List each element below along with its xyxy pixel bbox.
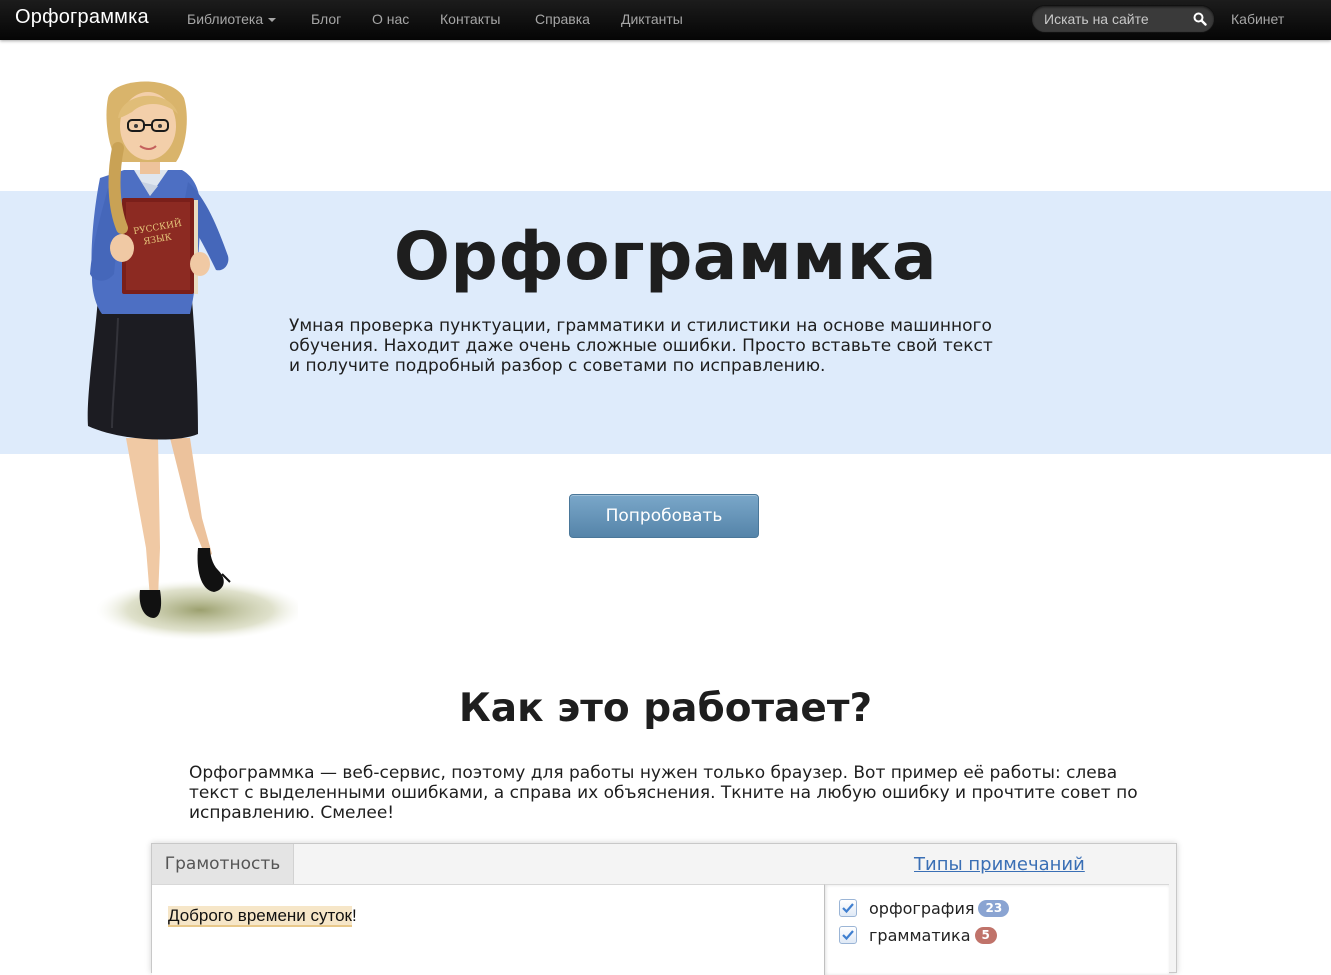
top-navbar: Орфограммка Библиотека Блог О нас Контак… xyxy=(0,0,1331,40)
checkbox-grammar[interactable] xyxy=(839,926,857,944)
try-button[interactable]: Попробовать xyxy=(569,494,759,538)
search-box xyxy=(1031,5,1215,33)
nav-library[interactable]: Библиотека xyxy=(187,11,277,27)
note-type-grammar[interactable]: грамматика 5 xyxy=(839,924,997,946)
demo-editor[interactable]: Доброго времени суток! xyxy=(152,884,825,975)
teacher-mascot-illustration: РУССКИЙ ЯЗЫК xyxy=(87,81,298,640)
note-label: орфография xyxy=(869,898,975,918)
nav-library-label: Библиотека xyxy=(187,11,264,27)
nav-dictations[interactable]: Диктанты xyxy=(621,11,683,27)
demo-panel: Грамотность Типы примечаний Доброго врем… xyxy=(151,843,1177,975)
notes-panel: орфография 23 грамматика 5 xyxy=(824,884,1169,975)
note-types-link[interactable]: Типы примечаний xyxy=(914,854,1085,875)
brand-logo[interactable]: Орфограммка xyxy=(15,6,149,29)
section-title: Как это работает? xyxy=(458,686,873,731)
nav-help[interactable]: Справка xyxy=(535,11,590,27)
checkbox-spelling[interactable] xyxy=(839,899,857,917)
check-icon xyxy=(842,903,854,914)
nav-blog[interactable]: Блог xyxy=(311,11,341,27)
hero-description: Умная проверка пунктуации, грамматики и … xyxy=(289,316,993,376)
count-badge: 23 xyxy=(978,899,1010,917)
error-highlight[interactable]: Доброго времени суток xyxy=(168,906,352,927)
nav-contacts[interactable]: Контакты xyxy=(440,11,500,27)
search-input[interactable] xyxy=(1044,9,1184,29)
count-badge: 5 xyxy=(974,926,997,944)
tab-literacy[interactable]: Грамотность xyxy=(152,844,294,884)
section-description: Орфограммка — веб-сервис, поэтому для ра… xyxy=(189,763,1138,823)
nav-cabinet[interactable]: Кабинет xyxy=(1231,11,1284,27)
caret-down-icon xyxy=(268,18,277,22)
note-label: грамматика xyxy=(869,925,971,945)
editor-text-rest: ! xyxy=(352,906,357,925)
nav-about[interactable]: О нас xyxy=(372,11,409,27)
search-icon[interactable] xyxy=(1193,12,1207,26)
check-icon xyxy=(842,930,854,941)
note-type-spelling[interactable]: орфография 23 xyxy=(839,897,1010,919)
editor-text: Доброго времени суток! xyxy=(168,906,357,927)
